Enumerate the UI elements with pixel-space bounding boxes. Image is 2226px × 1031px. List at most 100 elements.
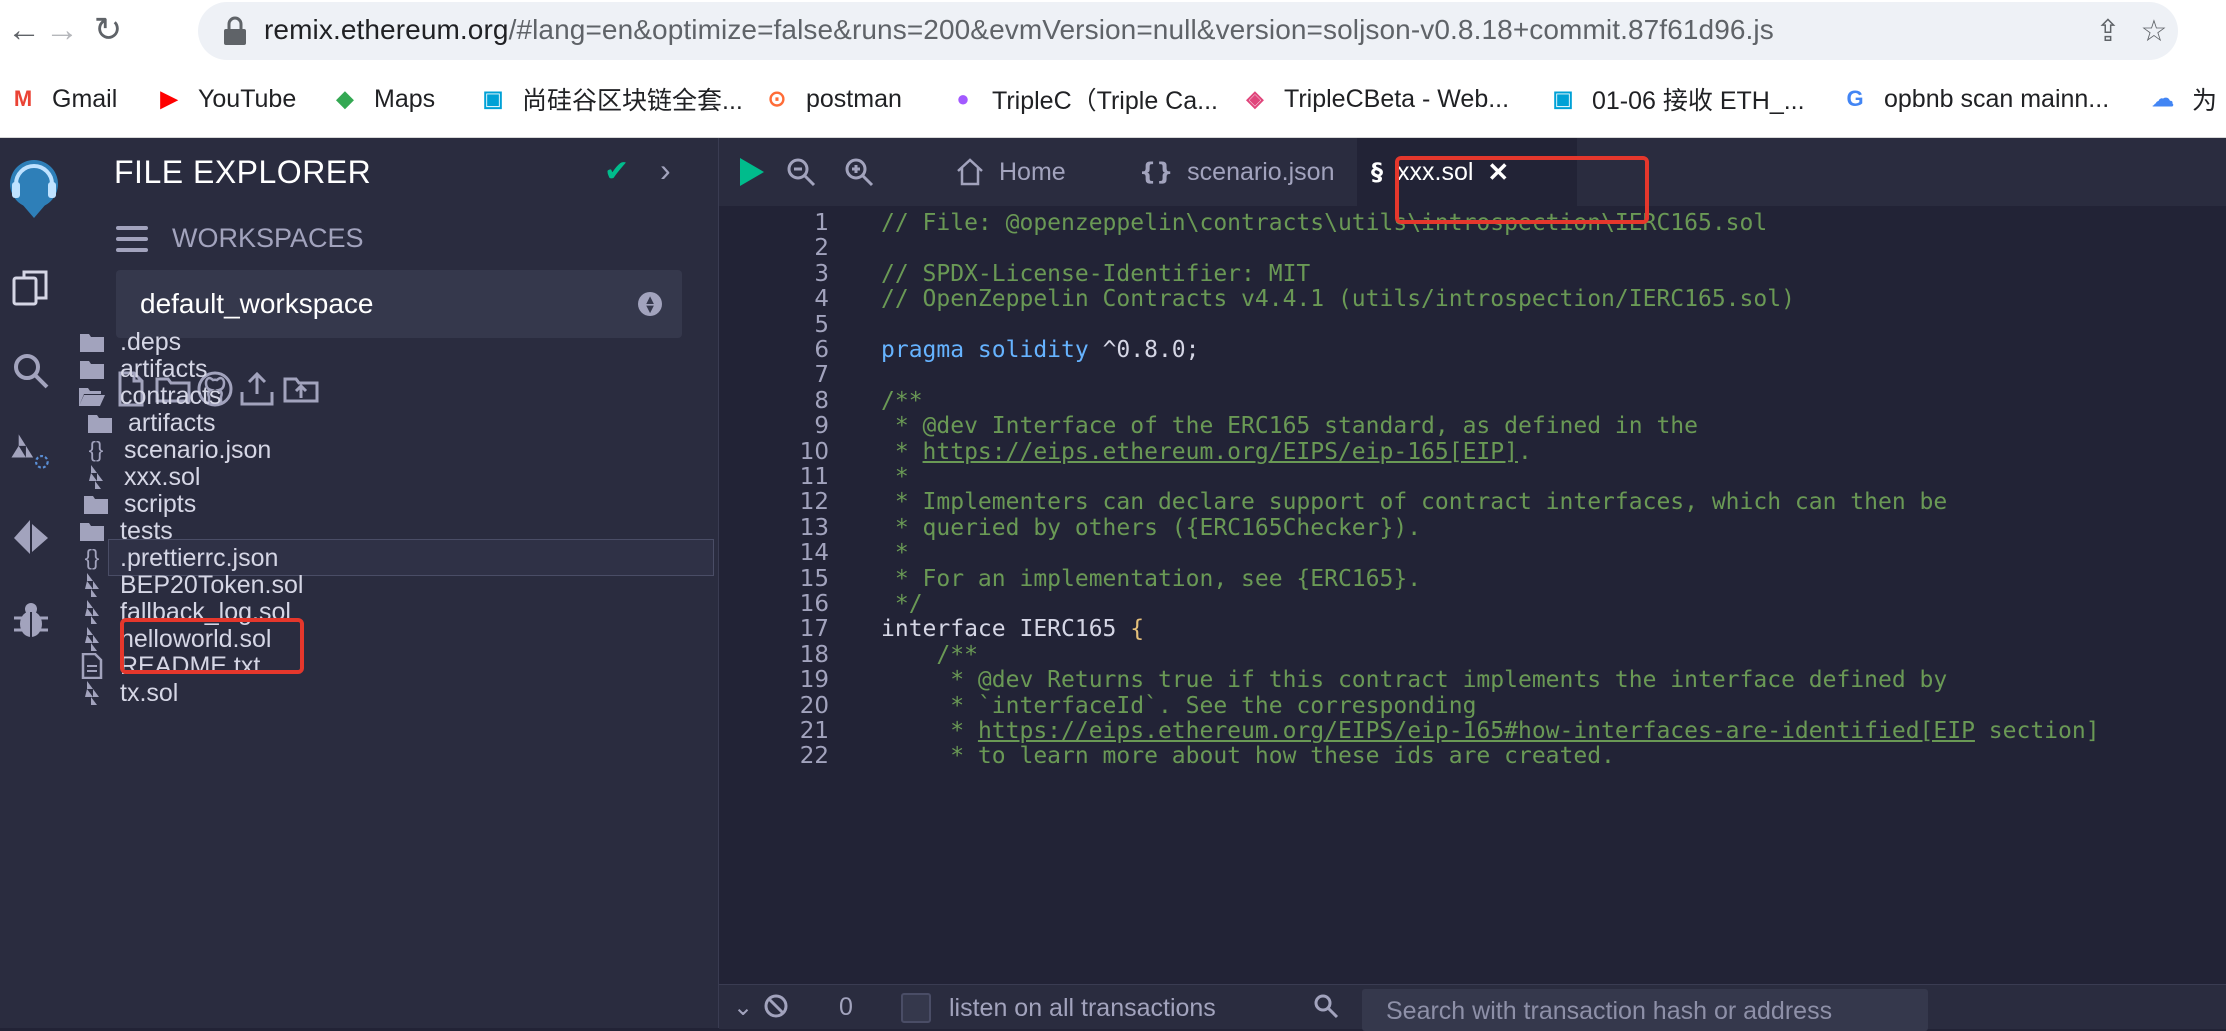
solidity-compiler-icon[interactable] — [10, 430, 52, 472]
code-text: * — [881, 464, 909, 490]
line-number: 19 — [799, 667, 829, 694]
tab-scenario-json[interactable]: {} scenario.json — [1139, 138, 1334, 206]
line-number: 14 — [799, 540, 829, 567]
reload-icon[interactable]: ↻ — [84, 6, 132, 54]
bookmark-star-icon[interactable]: ☆ — [2136, 13, 2172, 49]
share-icon[interactable]: ⇪ — [2090, 13, 2126, 49]
bookmark-item[interactable]: ● TripleC（Triple Ca... — [948, 78, 1218, 120]
address-bar[interactable]: remix.ethereum.org/#lang=en&optimize=fal… — [198, 2, 2178, 60]
collapse-chevrons-icon[interactable]: ⌄ — [733, 993, 753, 1022]
tree-item[interactable]: tx.sol — [78, 675, 178, 711]
line-number: 18 — [799, 641, 829, 668]
bookmark-item[interactable]: Gopbnb scan mainn... — [1840, 78, 2109, 120]
line-number: 22 — [799, 743, 829, 770]
transaction-search-input[interactable]: Search with transaction hash or address — [1362, 989, 1928, 1031]
bilibili-icon: ▣ — [482, 86, 504, 111]
code-text: * — [881, 540, 909, 567]
upload-folder-icon[interactable] — [282, 370, 320, 408]
run-play-icon[interactable] — [731, 152, 771, 192]
annotation-box — [1395, 156, 1649, 224]
search-icon — [1313, 993, 1339, 1019]
workspace-select[interactable]: default_workspace ▲ ▼ — [116, 270, 682, 338]
deploy-run-icon[interactable] — [10, 516, 52, 558]
line-number: 11 — [799, 464, 829, 490]
debugger-bug-icon[interactable] — [10, 600, 52, 642]
code-text: interface IERC165 { — [881, 616, 1145, 643]
line-number: 21 — [799, 718, 829, 744]
bookmark-label: YouTube — [198, 84, 297, 113]
bookmark-item[interactable]: ▣ 尚硅谷区块链全套... — [478, 78, 743, 120]
bookmark-item[interactable]: ⊙ postman — [762, 78, 902, 120]
clear-console-icon[interactable] — [763, 993, 789, 1019]
code-text: /** — [881, 387, 923, 414]
line-number: 7 — [814, 362, 829, 389]
bookmarks-bar: M Gmail ▶ YouTube ◆ Maps ▣ 尚硅谷区块链全套... ⊙ postman ●… — [0, 74, 2226, 126]
upload-file-icon[interactable] — [238, 370, 276, 408]
json-icon: {} — [1139, 158, 1174, 186]
search-icon[interactable] — [10, 350, 52, 392]
line-number: 6 — [814, 337, 829, 363]
line-number: 15 — [799, 565, 829, 592]
bookmark-item[interactable]: ▣ 01-06 接收 ETH_... — [1548, 78, 1805, 120]
maps-icon: ◆ — [336, 86, 354, 111]
chevron-right-icon[interactable]: › — [660, 152, 671, 189]
line-number: 10 — [799, 438, 829, 465]
code-line: 22 * to learn more about how these ids a… — [719, 743, 2226, 779]
lock-icon — [224, 16, 246, 45]
hamburger-menu-icon[interactable] — [116, 226, 148, 252]
tab-home-label: Home — [999, 157, 1066, 186]
code-text: * to learn more about how these ids are … — [881, 743, 1615, 770]
line-number: 9 — [814, 413, 829, 440]
code-text: * https://eips.ethereum.org/EIPS/eip-165… — [881, 718, 2100, 744]
bookmark-label: 01-06 接收 ETH_... — [1592, 87, 1805, 115]
line-number: 13 — [799, 514, 829, 541]
code-editor[interactable]: 1// File: @openzeppelin\contracts\utils\… — [719, 206, 2226, 956]
code-text: * `interfaceId`. See the corresponding — [881, 692, 1477, 719]
line-number: 4 — [814, 286, 829, 313]
bookmark-item[interactable]: ▶ YouTube — [154, 78, 297, 120]
youtube-icon: ▶ — [160, 86, 178, 111]
annotation-box — [120, 618, 304, 674]
workspaces-label: WORKSPACES — [172, 223, 364, 253]
line-number: 1 — [814, 210, 829, 236]
main-panel: Home {} scenario.json § xxx.sol ✕ 1// Fi… — [719, 138, 2226, 1031]
panel-title: FILE EXPLORER — [114, 154, 372, 190]
bookmark-item[interactable]: ◆ Maps — [330, 78, 436, 120]
google-icon: G — [1846, 86, 1864, 111]
code-text: * queried by others ({ERC165Checker}). — [881, 514, 1422, 541]
bookmark-item[interactable]: ☁ 为 — [2148, 78, 2217, 120]
code-text: */ — [881, 591, 923, 617]
tree-item-label: tx.sol — [120, 678, 179, 707]
zoom-out-icon[interactable] — [781, 152, 821, 192]
line-number: 5 — [814, 311, 829, 338]
code-text: // OpenZeppelin Contracts v4.4.1 (utils/… — [881, 286, 1795, 313]
bookmark-item[interactable]: M Gmail — [8, 78, 117, 120]
line-number: 17 — [799, 616, 829, 643]
line-number: 2 — [814, 235, 829, 262]
code-text: pragma solidity ^0.8.0; — [881, 337, 1200, 363]
solidity-icon — [78, 680, 106, 706]
bilibili-icon: ▣ — [1552, 86, 1574, 111]
line-number: 16 — [799, 591, 829, 617]
forward-arrow-icon[interactable]: → — [38, 6, 86, 54]
zoom-in-icon[interactable] — [839, 152, 879, 192]
code-text: /** — [881, 641, 978, 668]
file-explorer-icon[interactable] — [10, 268, 52, 310]
code-text: * @dev Interface of the ERC165 standard,… — [881, 413, 1698, 440]
code-text: * https://eips.ethereum.org/EIPS/eip-165… — [881, 438, 1532, 465]
bookmark-label: 尚硅谷区块链全套... — [522, 87, 743, 115]
bookmark-label: Gmail — [52, 84, 118, 113]
bookmark-item[interactable]: ◈ TripleCBeta - Web... — [1240, 78, 1510, 120]
listen-checkbox[interactable] — [901, 993, 931, 1023]
select-arrows-icon: ▲ ▼ — [638, 292, 662, 316]
check-icon: ✔ — [604, 155, 630, 188]
tab-scenario-label: scenario.json — [1187, 157, 1335, 186]
code-text: * @dev Returns true if this contract imp… — [881, 667, 1948, 694]
remix-logo-icon[interactable] — [2, 154, 72, 222]
tab-home[interactable]: Home — [955, 138, 1086, 206]
bookmark-label: 为 — [2192, 87, 2218, 115]
line-number: 12 — [799, 489, 829, 516]
icon-panel — [0, 138, 83, 1028]
listen-all-toggle[interactable]: listen on all transactions — [901, 993, 1216, 1023]
bookmark-label: opbnb scan mainn... — [1884, 84, 2110, 113]
